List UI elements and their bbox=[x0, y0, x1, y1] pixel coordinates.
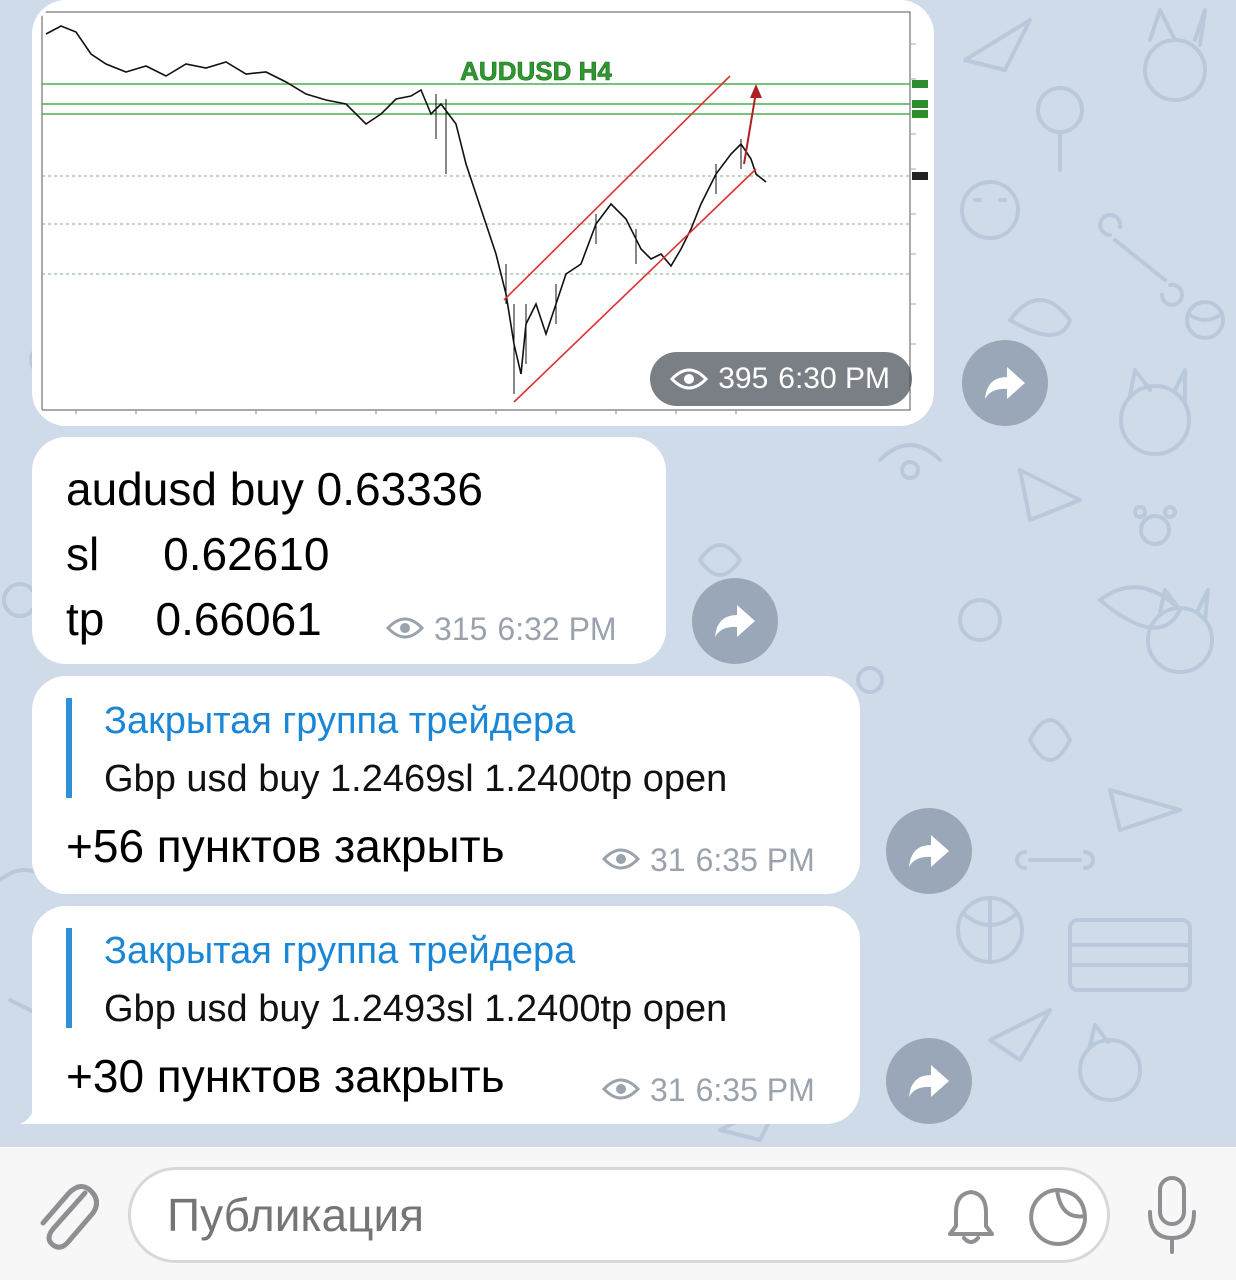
message-line: audusd buy 0.63336 bbox=[66, 463, 483, 515]
attach-button[interactable] bbox=[28, 1175, 104, 1255]
photo-message[interactable]: AUDUSD H4 395 6:30 PM bbox=[32, 0, 934, 426]
view-count: 315 bbox=[434, 611, 488, 647]
reply-quote[interactable]: Закрытая группа трейдера Gbp usd buy 1.2… bbox=[66, 928, 727, 1030]
message-meta: 31 6:35 PM bbox=[601, 842, 815, 879]
voice-button[interactable] bbox=[1136, 1171, 1208, 1261]
eye-icon bbox=[385, 611, 425, 648]
quote-author: Закрытая группа трейдера bbox=[104, 930, 576, 972]
quote-text: Gbp usd buy 1.2469sl 1.2400tp open bbox=[104, 758, 728, 800]
message-input[interactable] bbox=[167, 1188, 927, 1242]
view-count: 395 bbox=[718, 362, 769, 395]
share-button[interactable] bbox=[962, 340, 1048, 426]
notifications-button[interactable] bbox=[939, 1184, 1003, 1248]
eye-icon bbox=[601, 842, 641, 879]
share-button[interactable] bbox=[692, 578, 778, 664]
share-arrow-icon bbox=[715, 605, 755, 637]
message-meta: 31 6:35 PM bbox=[601, 1072, 815, 1109]
message-text: +56 пунктов закрыть bbox=[66, 820, 505, 872]
quote-author: Закрытая группа трейдера bbox=[104, 700, 576, 742]
share-arrow-icon bbox=[909, 835, 949, 867]
view-count: 31 bbox=[650, 1072, 686, 1108]
view-count: 31 bbox=[650, 842, 686, 878]
bell-icon bbox=[948, 1190, 994, 1244]
share-arrow-icon bbox=[985, 367, 1025, 399]
chart-title: AUDUSD H4 bbox=[460, 56, 612, 86]
message-time: 6:35 PM bbox=[695, 842, 815, 878]
share-arrow-icon bbox=[909, 1065, 949, 1097]
eye-icon bbox=[670, 367, 709, 391]
message-time: 6:30 PM bbox=[778, 362, 890, 395]
reply-quote[interactable]: Закрытая группа трейдера Gbp usd buy 1.2… bbox=[66, 698, 727, 800]
quote-text: Gbp usd buy 1.2493sl 1.2400tp open bbox=[104, 988, 728, 1030]
reply-message[interactable]: Закрытая группа трейдера Gbp usd buy 1.2… bbox=[32, 676, 860, 894]
message-input-container[interactable] bbox=[128, 1167, 1110, 1263]
microphone-icon bbox=[1148, 1176, 1196, 1254]
message-time: 6:35 PM bbox=[695, 1072, 815, 1108]
message-meta: 315 6:32 PM bbox=[385, 611, 617, 648]
paperclip-icon bbox=[40, 1184, 99, 1250]
reply-message[interactable]: Закрытая группа трейдера Gbp usd buy 1.2… bbox=[32, 906, 860, 1124]
share-button[interactable] bbox=[886, 1038, 972, 1124]
text-message[interactable]: audusd buy 0.63336 sl 0.62610 tp 0.66061… bbox=[32, 437, 666, 664]
eye-icon bbox=[601, 1072, 641, 1109]
photo-meta: 395 6:30 PM bbox=[650, 352, 912, 406]
message-time: 6:32 PM bbox=[497, 611, 617, 647]
message-text: +30 пунктов закрыть bbox=[66, 1050, 505, 1102]
sticker-button[interactable] bbox=[1025, 1184, 1091, 1250]
sticker-icon bbox=[1029, 1188, 1087, 1246]
chart-screenshot: AUDUSD H4 395 6:30 PM bbox=[36, 4, 930, 422]
message-line: sl 0.62610 bbox=[66, 528, 330, 580]
share-button[interactable] bbox=[886, 808, 972, 894]
composer-bar bbox=[0, 1146, 1236, 1280]
